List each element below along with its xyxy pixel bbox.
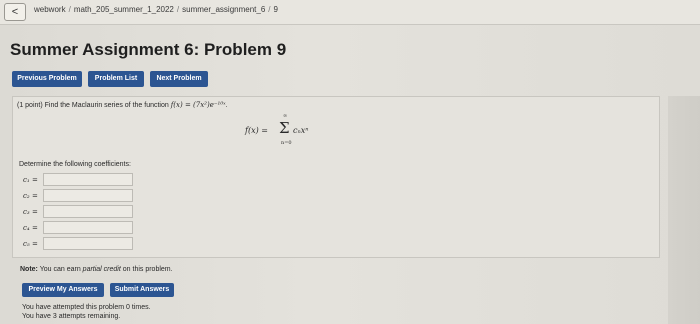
coefficient-input-c5[interactable] [43, 237, 133, 250]
problem-list-button[interactable]: Problem List [88, 71, 144, 87]
coefficient-input-c3[interactable] [43, 205, 133, 218]
coefficient-label: c₁ = [23, 176, 38, 184]
chevron-left-icon: < [11, 6, 19, 18]
breadcrumb-separator: / [176, 5, 180, 14]
determine-label: Determine the following coefficients: [19, 161, 131, 168]
coefficient-input-c4[interactable] [43, 221, 133, 234]
next-problem-button[interactable]: Next Problem [150, 71, 208, 87]
coefficient-label: c₃ = [23, 208, 38, 216]
breadcrumb: webwork / math_205_summer_1_2022/summer_as… [34, 5, 278, 14]
problem-prompt: (1 point) Find the Maclaurin series of t… [17, 101, 228, 109]
page-margin [668, 96, 700, 324]
note-emphasis: partial credit [82, 266, 121, 273]
breadcrumb-separator: / [68, 5, 71, 14]
top-bar: < webwork / math_205_summer_1_2022/summer_… [0, 0, 700, 25]
partial-credit-note: Note: You can earn partial credit on thi… [20, 266, 173, 273]
coefficient-input-c2[interactable] [43, 189, 133, 202]
breadcrumb-separator: / [268, 5, 271, 14]
coefficient-label: c₂ = [23, 192, 38, 200]
attempts-remaining-text: You have 3 attempts remaining. [22, 313, 121, 320]
problem-body: (1 point) Find the Maclaurin series of t… [12, 96, 660, 258]
note-text-a: You can earn [39, 266, 81, 273]
submit-answers-button[interactable]: Submit Answers [110, 283, 174, 297]
attempts-made-text: You have attempted this problem 0 times. [22, 304, 151, 311]
note-text-c: on this problem. [122, 266, 173, 273]
series-formula: f(x) = ∞ Σ n=0 cₙxⁿ [245, 111, 325, 151]
page-title: Summer Assignment 6: Problem 9 [10, 40, 287, 59]
coefficient-label: c₅ = [23, 240, 38, 248]
formula-lhs: f(x) = [245, 126, 268, 135]
back-button[interactable]: < [4, 3, 26, 21]
problem-points: (1 point) [17, 102, 43, 109]
page: < webwork / math_205_summer_1_2022/summer_… [0, 0, 700, 324]
coefficient-label: c₄ = [23, 224, 38, 232]
function-expression: f(x) = (7x²)e⁻¹⁰ˣ [170, 101, 226, 109]
series-term: cₙxⁿ [293, 126, 309, 135]
summation-symbol: Σ [279, 119, 290, 137]
note-prefix: Note: [20, 266, 38, 273]
prompt-period: . [225, 102, 228, 109]
breadcrumb-item-set[interactable]: summer_assignment_6 [182, 5, 265, 14]
breadcrumb-item-problem: 9 [273, 5, 278, 14]
previous-problem-button[interactable]: Previous Problem [12, 71, 82, 87]
coefficient-input-c1[interactable] [43, 173, 133, 186]
breadcrumb-item-course[interactable]: math_205_summer_1_2022 [74, 5, 174, 14]
sum-lower-limit: n=0 [281, 140, 292, 146]
breadcrumb-item-webwork[interactable]: webwork [34, 5, 66, 14]
preview-answers-button[interactable]: Preview My Answers [22, 283, 104, 297]
problem-prompt-text: Find the Maclaurin series of the functio… [44, 102, 169, 109]
